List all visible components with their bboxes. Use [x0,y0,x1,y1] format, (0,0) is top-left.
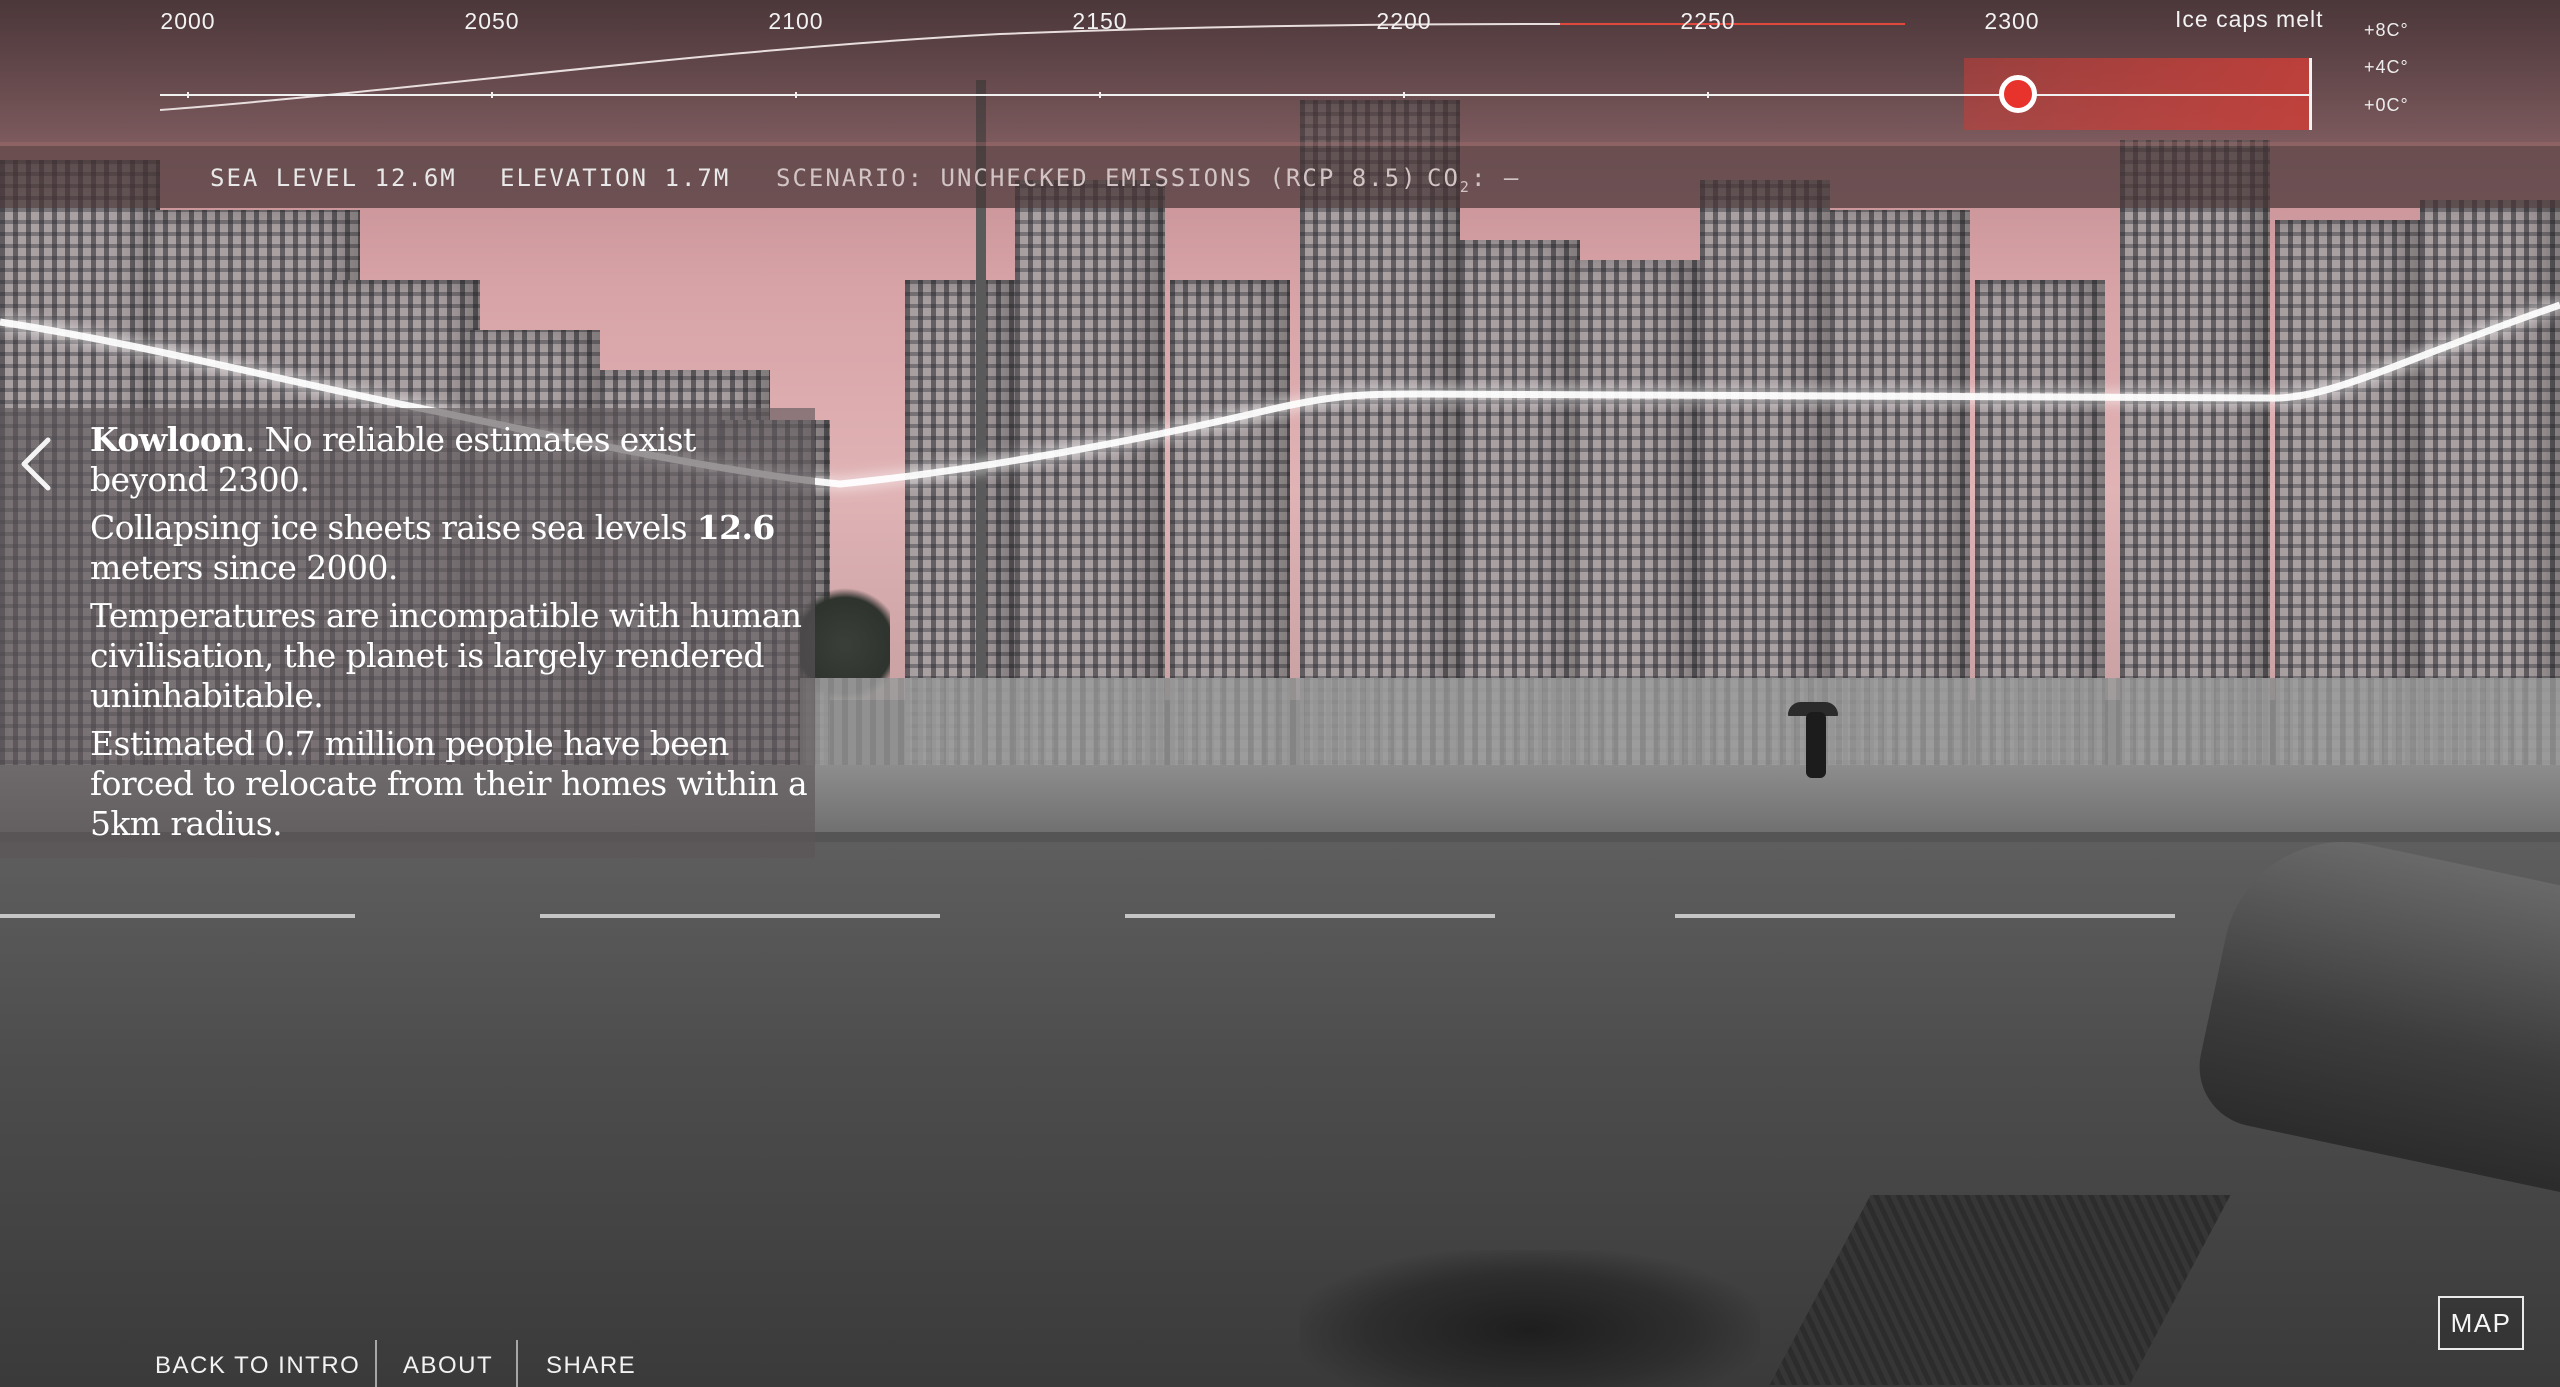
ice-caps-melt-label: Ice caps melt [2175,6,2324,32]
stats-bar: SEA LEVEL 12.6M ELEVATION 1.7M SCENARIO:… [0,146,2560,208]
nav-divider [375,1340,377,1387]
location-description: Kowloon. No reliable estimates exist bey… [90,420,820,852]
scenario-stat: SCENARIO: UNCHECKED EMISSIONS (RCP 8.5) [776,164,1418,192]
tick-2100: 2100 [768,8,824,34]
tick-2250: 2250 [1680,8,1736,34]
about-link[interactable]: ABOUT [403,1352,493,1380]
lane-marking [540,914,940,918]
nav-divider [516,1340,518,1387]
share-link[interactable]: SHARE [546,1352,636,1380]
location-summary: Kowloon. No reliable estimates exist bey… [90,420,696,499]
blurred-foreground [1300,1250,1760,1387]
tick-2150: 2150 [1072,8,1128,34]
chevron-left-icon[interactable] [14,434,58,494]
street-view-stage[interactable]: 2000 2050 2100 2150 2200 2250 2300 Ice c… [0,0,2560,1387]
construction-hoarding [800,678,2560,770]
tick-2050: 2050 [464,8,520,34]
temp-label-4: +4C° [2364,57,2409,77]
tick-2300: 2300 [1984,8,2040,34]
co2-value: : – [1470,164,1521,192]
lane-marking [1125,914,1495,918]
tick-2000: 2000 [160,8,216,34]
sea-level-stat: SEA LEVEL 12.6M [210,164,457,192]
road [0,842,2560,1387]
timeline-header: 2000 2050 2100 2150 2200 2250 2300 Ice c… [0,0,2560,142]
temp-label-0: +0C° [2364,95,2409,115]
pedestrian [1806,712,1826,778]
co2-stat: CO2: – [1427,164,1520,196]
footer-nav: BACK TO INTRO ABOUT SHARE [0,1340,700,1387]
relocation-description: Estimated 0.7 million people have been f… [90,724,808,843]
lane-marking [0,914,355,918]
temperature-description: Temperatures are incompatible with human… [90,596,802,715]
co2-label: CO [1427,164,1460,192]
sea-level-value: 12.6 [696,508,776,547]
elevation-stat: ELEVATION 1.7M [500,164,731,192]
location-name: Kowloon [90,420,245,459]
year-slider-thumb[interactable] [1999,75,2037,113]
co2-subscript: 2 [1459,177,1471,196]
lane-marking [1675,914,2175,918]
back-to-intro-link[interactable]: BACK TO INTRO [155,1352,360,1380]
tick-2200: 2200 [1376,8,1432,34]
sea-level-description: Collapsing ice sheets raise sea levels 1… [90,508,776,587]
map-button[interactable]: MAP [2438,1296,2524,1350]
temp-label-8: +8C° [2364,20,2409,40]
